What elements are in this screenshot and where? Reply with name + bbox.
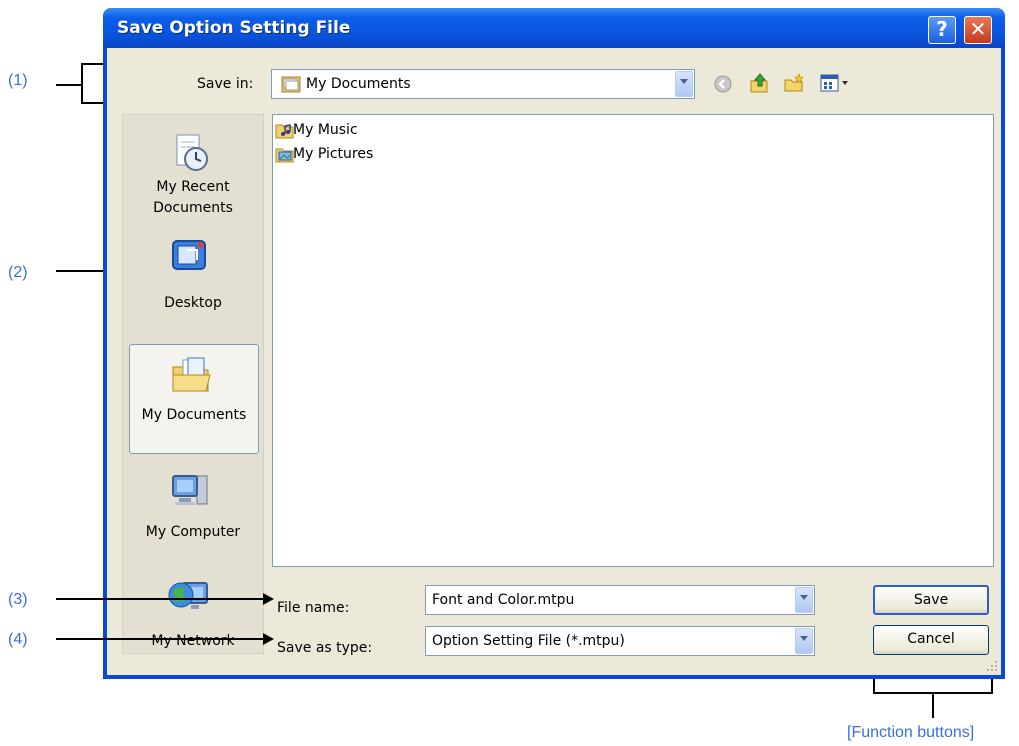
- callout-2: (2): [8, 264, 28, 281]
- file-name: My Music: [293, 122, 358, 138]
- callout-1-line: [56, 84, 82, 86]
- places-label-my-documents: My Documents: [141, 407, 247, 423]
- help-button[interactable]: ?: [928, 16, 956, 44]
- save-dialog: Save Option Setting File ? ✕ Save in: My…: [103, 8, 1005, 679]
- places-bar: My Recent Documents Desktop My Documents: [122, 114, 264, 654]
- callout-4-arrow: [263, 633, 274, 645]
- back-icon[interactable]: [714, 75, 732, 97]
- title-bar[interactable]: Save Option Setting File ? ✕: [103, 8, 1005, 48]
- save-as-type-dropdown-arrow[interactable]: [795, 628, 813, 654]
- function-bracket-left: [873, 679, 875, 693]
- function-bracket-stem: [932, 692, 934, 718]
- close-button[interactable]: ✕: [964, 16, 992, 44]
- save-button[interactable]: Save: [873, 585, 989, 615]
- my-computer-icon: [171, 470, 211, 510]
- folder-icon: [281, 75, 301, 97]
- callout-1: (1): [8, 72, 28, 89]
- my-network-icon: [167, 575, 208, 615]
- save-in-label: Save in:: [197, 76, 254, 92]
- callout-3-arrow: [263, 593, 274, 605]
- places-label-line-1: My Recent: [156, 179, 230, 195]
- file-name-label: File name:: [277, 600, 350, 616]
- function-buttons-label: [Function buttons]: [847, 724, 975, 741]
- cancel-button[interactable]: Cancel: [873, 625, 989, 655]
- file-name-value: Font and Color.mtpu: [432, 592, 575, 608]
- places-label-recent-documents: My Recent Documents: [125, 177, 261, 219]
- places-label-desktop: Desktop: [164, 295, 222, 311]
- places-label-my-network: My Network: [151, 633, 235, 649]
- file-name: My Pictures: [293, 146, 374, 162]
- new-folder-icon[interactable]: [783, 72, 805, 98]
- file-name-field[interactable]: Font and Color.mtpu: [425, 585, 815, 615]
- places-item-my-documents[interactable]: My Documents: [129, 344, 259, 454]
- desktop-icon: [169, 237, 209, 277]
- places-label-line-2: Documents: [153, 200, 233, 216]
- my-documents-icon: [170, 355, 211, 395]
- up-folder-icon[interactable]: [749, 72, 771, 98]
- view-menu-icon[interactable]: [820, 74, 850, 96]
- save-as-type-dropdown[interactable]: Option Setting File (*.mtpu): [425, 626, 815, 656]
- callout-4: (4): [8, 631, 28, 648]
- save-as-type-label: Save as type:: [277, 640, 373, 656]
- save-as-type-value: Option Setting File (*.mtpu): [432, 633, 625, 649]
- file-list[interactable]: My Music My Pictures: [272, 114, 994, 567]
- places-item-desktop[interactable]: Desktop: [123, 227, 263, 327]
- callout-1-bracket: [81, 63, 83, 103]
- places-label-my-computer: My Computer: [145, 524, 241, 540]
- save-in-dropdown[interactable]: My Documents: [271, 69, 695, 99]
- dialog-client-area: Save in: My Documents My Recent Document…: [107, 48, 1001, 675]
- music-folder-icon: [275, 121, 295, 143]
- callout-3-line: [56, 598, 264, 600]
- save-in-dropdown-arrow[interactable]: [675, 71, 693, 97]
- resize-grip-icon[interactable]: [985, 659, 999, 677]
- recent-documents-icon: [171, 133, 211, 173]
- function-bracket-right: [991, 679, 993, 693]
- callout-3: (3): [8, 591, 28, 608]
- places-item-my-computer[interactable]: My Computer: [123, 460, 263, 560]
- pictures-folder-icon: [275, 145, 295, 167]
- dialog-title: Save Option Setting File: [117, 18, 351, 38]
- save-in-value: My Documents: [306, 76, 411, 92]
- places-item-recent-documents[interactable]: My Recent Documents: [123, 115, 263, 225]
- callout-4-line: [56, 638, 264, 640]
- file-name-dropdown-arrow[interactable]: [795, 587, 813, 613]
